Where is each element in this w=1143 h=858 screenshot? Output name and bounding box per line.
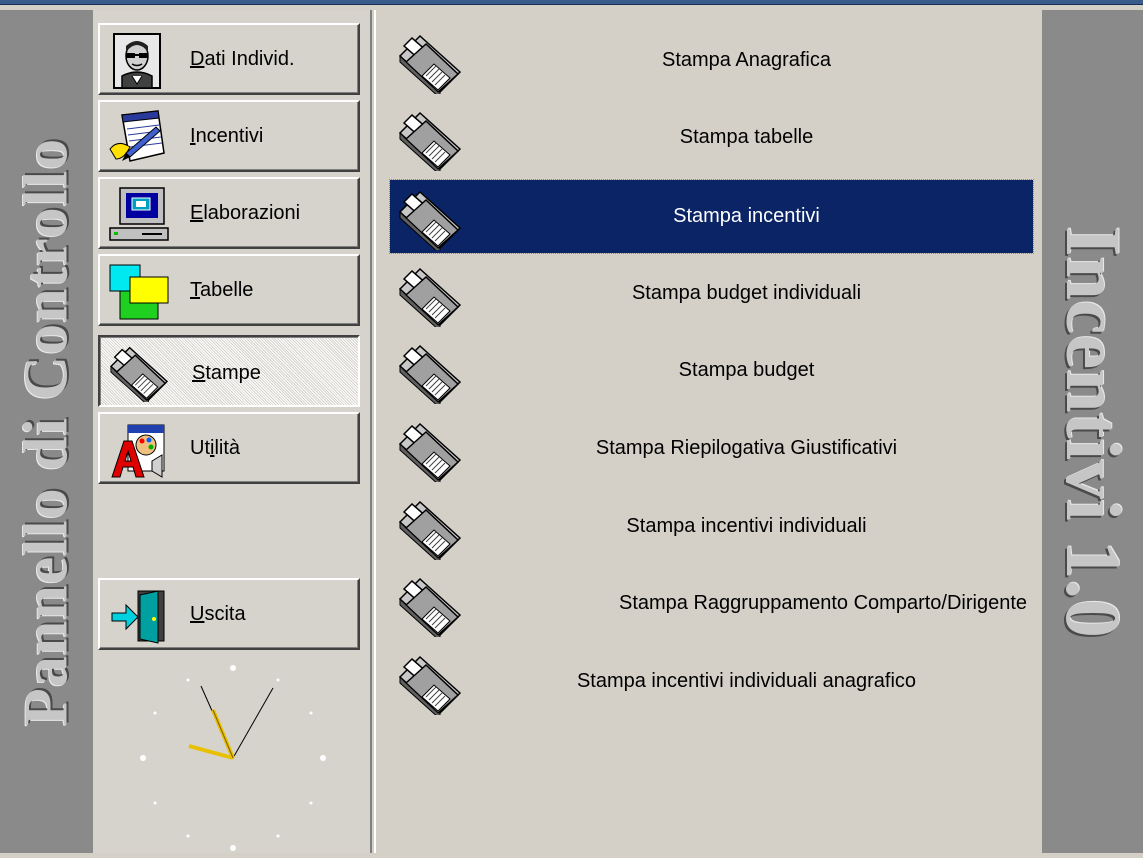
label-prefix: Ut — [190, 437, 210, 459]
label-suffix: ncentivi — [195, 125, 264, 147]
print-item-label: Stampa incentivi — [673, 205, 820, 227]
printer-icon — [399, 35, 461, 94]
print-item-label: Stampa budget — [678, 359, 815, 381]
print-item-label: Stampa Riepilogativa Giustificativi — [595, 437, 898, 459]
printer-icon — [399, 423, 461, 482]
label-suffix: scita — [204, 603, 246, 625]
nav-label-dati-individ: Dati Individ. — [190, 25, 295, 93]
left-title-panel: Pannello di Controllo — [0, 10, 93, 853]
printer-icon — [399, 191, 461, 250]
print-item-label: Stampa Raggruppamento Comparto/Dirigente — [619, 592, 1027, 614]
nav-label-uscita: Uscita — [190, 580, 246, 648]
printer-icon — [110, 347, 168, 402]
print-item[interactable]: Stampa budget — [390, 334, 1033, 407]
nav-label-incentivi: Incentivi — [190, 102, 263, 170]
notepad-pencil-icon — [109, 110, 165, 162]
printer-icon — [399, 578, 461, 637]
printer-icon — [399, 656, 461, 715]
nav-label-elaborazioni: Elaborazioni — [190, 179, 300, 247]
print-item-label: Stampa incentivi individuali — [626, 515, 867, 537]
label-suffix: ati Individ. — [204, 48, 295, 70]
print-item[interactable]: Stampa incentivi individuali — [390, 490, 1033, 563]
access-key: U — [190, 603, 205, 625]
person-sunglasses-icon — [113, 33, 161, 89]
print-item[interactable]: Stampa tabelle — [390, 101, 1033, 174]
nav-label-stampe: Stampe — [192, 339, 261, 407]
control-panel-title: Pannello di Controllo — [12, 137, 80, 726]
label-suffix: abelle — [200, 279, 254, 301]
nav-label-tabelle: Tabelle — [190, 256, 253, 324]
access-key: S — [192, 362, 206, 384]
printer-icon — [399, 345, 461, 404]
print-item[interactable]: Stampa budget individuali — [390, 257, 1033, 330]
window-top-border — [0, 0, 1143, 5]
utilities-icon — [111, 424, 165, 478]
print-item[interactable]: Stampa Raggruppamento Comparto/Dirigente — [390, 567, 1033, 640]
tables-icon — [109, 264, 169, 320]
access-key: D — [190, 48, 205, 70]
print-item[interactable]: Stampa Riepilogativa Giustificativi — [390, 412, 1033, 485]
printer-icon — [399, 112, 461, 171]
print-item[interactable]: Stampa Anagrafica — [390, 24, 1033, 97]
print-item[interactable]: Stampa incentivi individuali anagrafico — [390, 645, 1033, 718]
print-item-label: Stampa budget individuali — [631, 282, 862, 304]
nav-button-utilita[interactable]: Utilità — [98, 412, 360, 484]
exit-door-icon — [111, 590, 165, 644]
print-item-label: Stampa tabelle — [679, 126, 814, 148]
nav-column: Dati Individ. Incentivi Elaborazioni Tab… — [93, 10, 370, 853]
printer-icon — [399, 501, 461, 560]
print-item-label: Stampa incentivi individuali anagrafico — [576, 670, 917, 692]
label-suffix: tampe — [205, 362, 261, 384]
nav-button-incentivi[interactable]: Incentivi — [98, 100, 360, 172]
nav-label-utilita: Utilità — [190, 414, 240, 482]
print-item-label: Stampa Anagrafica — [662, 49, 831, 71]
printer-icon — [399, 268, 461, 327]
app-version-title: Incentivi 1.0 — [1049, 225, 1137, 638]
label-suffix: lità — [214, 437, 241, 459]
access-key: E — [190, 202, 204, 224]
nav-button-stampe[interactable]: Stampe — [98, 335, 360, 407]
access-key: T — [190, 279, 200, 301]
right-title-panel: Incentivi 1.0 — [1042, 10, 1143, 853]
nav-button-dati-individ[interactable]: Dati Individ. — [98, 23, 360, 95]
computer-icon — [109, 187, 169, 241]
label-suffix: laborazioni — [203, 202, 301, 224]
nav-button-tabelle[interactable]: Tabelle — [98, 254, 360, 326]
nav-button-elaborazioni[interactable]: Elaborazioni — [98, 177, 360, 249]
print-options-panel: Stampa Anagrafica Stampa tabelle Stampa in… — [376, 10, 1042, 853]
print-item[interactable]: Stampa incentivi — [389, 179, 1034, 254]
nav-button-uscita[interactable]: Uscita — [98, 578, 360, 650]
analog-clock-icon — [140, 665, 326, 851]
